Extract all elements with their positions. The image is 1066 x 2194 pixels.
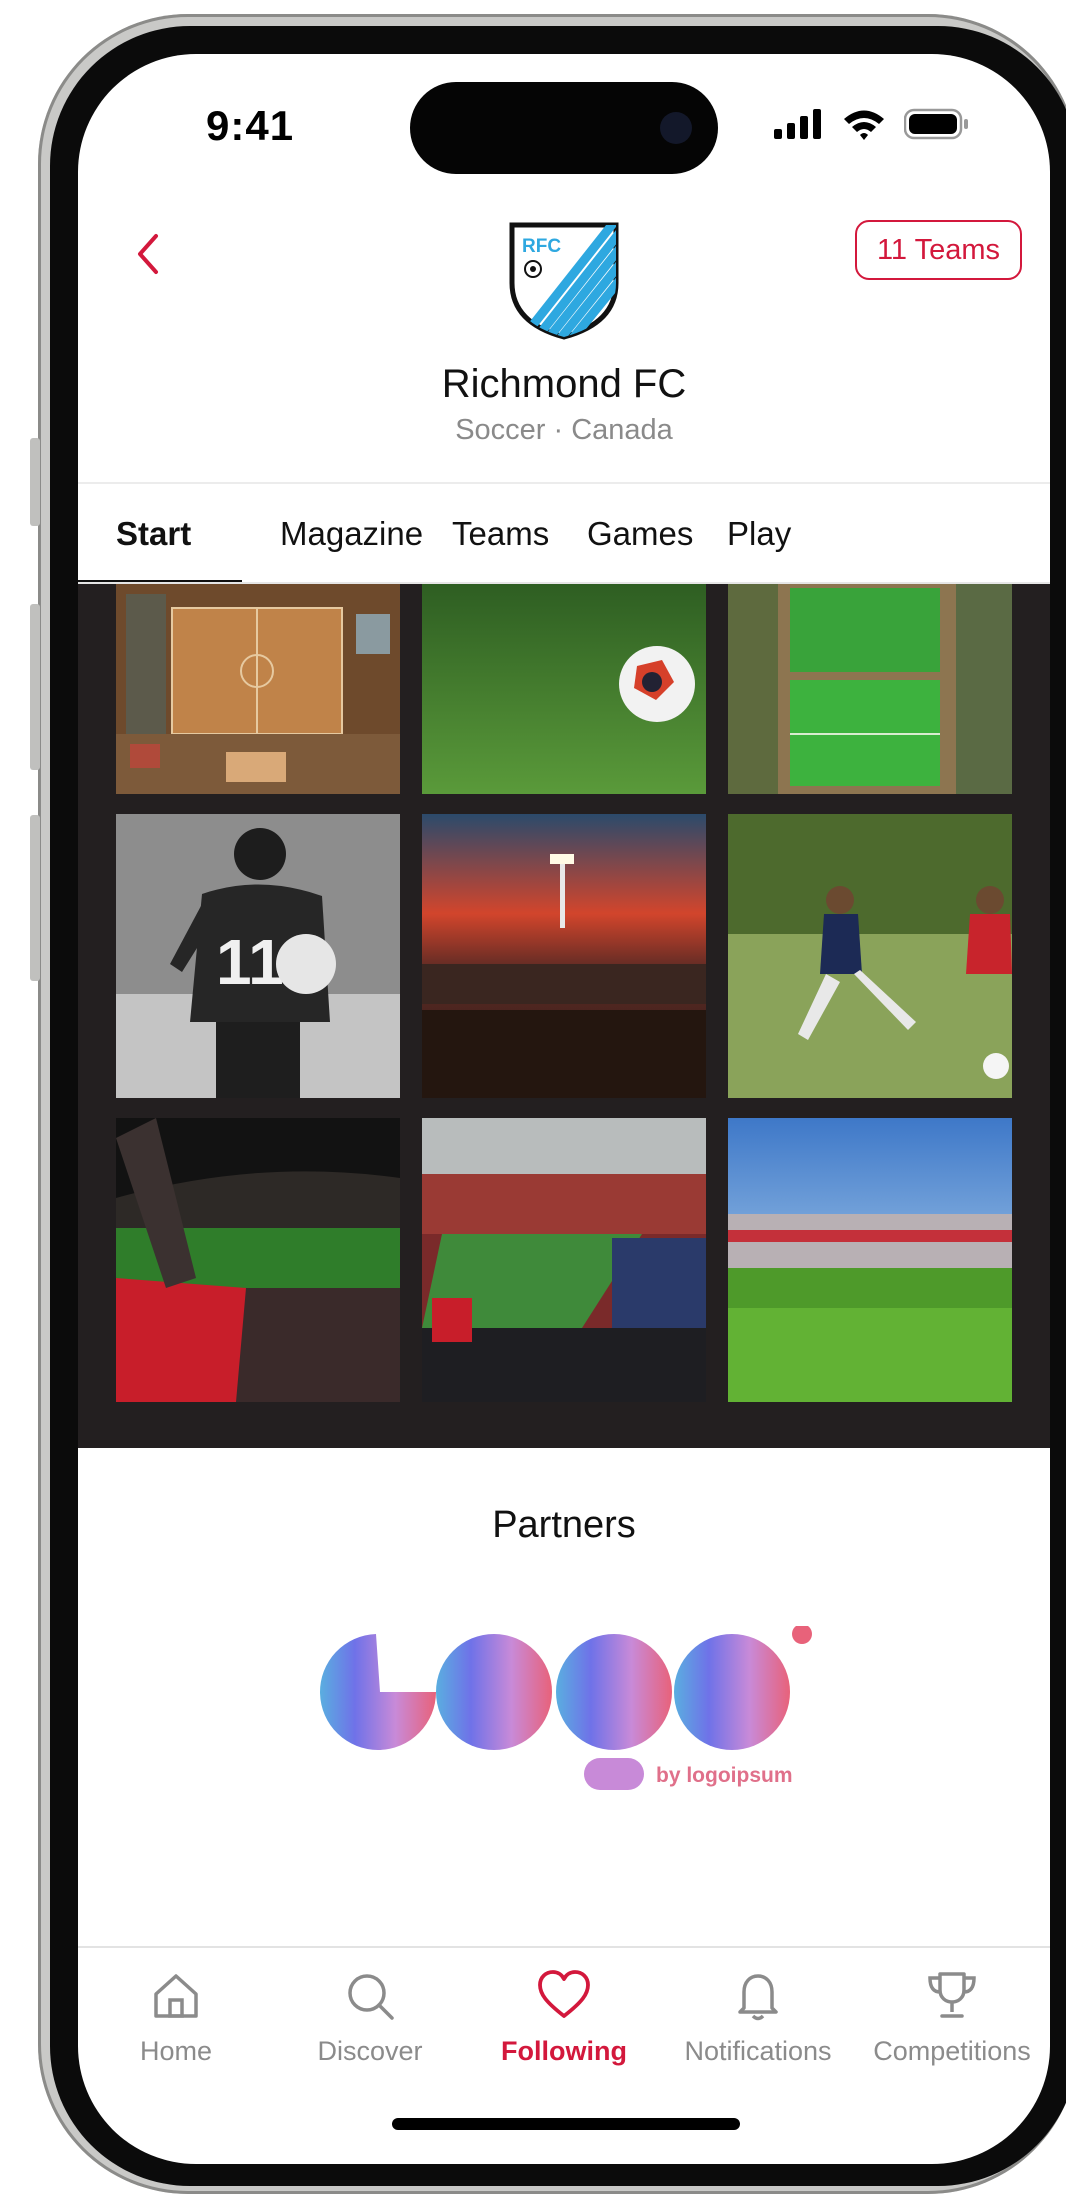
tabbar-discover-label: Discover bbox=[317, 2036, 423, 2066]
grass-closeup-photo[interactable] bbox=[728, 1118, 1012, 1402]
tab-play[interactable]: Play bbox=[727, 484, 791, 584]
tabbar-notifications[interactable]: Notifications bbox=[660, 1968, 856, 2067]
dynamic-island bbox=[410, 82, 718, 174]
tabbar-discover[interactable]: Discover bbox=[272, 1968, 468, 2067]
volume-down-button bbox=[30, 815, 40, 981]
crest-text: RFC bbox=[522, 236, 561, 257]
home-indicator[interactable] bbox=[392, 2118, 740, 2130]
tabbar-home-label: Home bbox=[139, 2036, 213, 2066]
chevron-left-icon bbox=[138, 234, 158, 274]
teams-button[interactable]: 11 Teams bbox=[854, 220, 1022, 280]
tab-start[interactable]: Start bbox=[116, 484, 191, 584]
tab-magazine[interactable]: Magazine bbox=[280, 484, 423, 584]
photo-gallery: 11 bbox=[78, 584, 1050, 1448]
screen: 9:41 RFC Richmond FC Soccer · Canada 11 … bbox=[78, 54, 1050, 2164]
bottom-tab-bar: Home Discover Following Notifications Co… bbox=[78, 1948, 1050, 2098]
aerial-fields-photo[interactable] bbox=[728, 584, 1012, 794]
tabbar-following-label: Following bbox=[501, 2036, 627, 2066]
partners-title: Partners bbox=[492, 1504, 636, 1546]
tab-games[interactable]: Games bbox=[587, 484, 693, 584]
stadium-crowd-photo[interactable] bbox=[422, 1118, 706, 1402]
tabbar-following[interactable]: Following bbox=[466, 1968, 662, 2067]
tabbar-home[interactable]: Home bbox=[78, 1968, 274, 2067]
wifi-icon bbox=[844, 110, 884, 140]
battery-icon bbox=[904, 108, 968, 140]
player-number-11-photo[interactable]: 11 bbox=[116, 814, 400, 1098]
action-button bbox=[30, 438, 40, 526]
trophy-icon bbox=[928, 1972, 976, 2018]
bell-icon bbox=[738, 1974, 778, 2021]
status-icons bbox=[774, 108, 970, 140]
volume-up-button bbox=[30, 604, 40, 770]
status-time: 9:41 bbox=[206, 102, 295, 149]
camera-icon bbox=[660, 112, 692, 144]
team-crest-icon: RFC bbox=[509, 222, 619, 340]
fans-red-stadium-photo[interactable] bbox=[116, 1118, 400, 1402]
tabbar-competitions-label: Competitions bbox=[873, 2036, 1031, 2066]
status-bar: 9:41 bbox=[78, 54, 1050, 214]
heart-icon bbox=[538, 1970, 590, 2018]
team-name: Richmond FC bbox=[441, 362, 687, 406]
team-meta: Soccer · Canada bbox=[455, 414, 673, 446]
tabbar-notifications-label: Notifications bbox=[684, 2036, 832, 2066]
tab-teams[interactable]: Teams bbox=[452, 484, 549, 584]
search-icon bbox=[348, 1974, 394, 2020]
home-icon bbox=[154, 1974, 198, 2018]
players-tackle-photo[interactable] bbox=[728, 814, 1012, 1098]
tabbar-competitions[interactable]: Competitions bbox=[854, 1968, 1050, 2067]
ball-on-grass-photo[interactable] bbox=[422, 584, 706, 794]
section-tabs: Start Magazine Teams Games Play bbox=[78, 484, 1050, 584]
jersey-number: 11 bbox=[216, 926, 284, 998]
logo-byline: by logoipsum bbox=[656, 1764, 793, 1787]
cellular-signal-icon bbox=[774, 109, 821, 139]
stadium-sunset-photo[interactable] bbox=[422, 814, 706, 1098]
aerial-pitch-photo[interactable] bbox=[116, 584, 400, 794]
partner-logo[interactable]: by logoipsum bbox=[318, 1626, 838, 1806]
back-button[interactable] bbox=[118, 224, 178, 284]
